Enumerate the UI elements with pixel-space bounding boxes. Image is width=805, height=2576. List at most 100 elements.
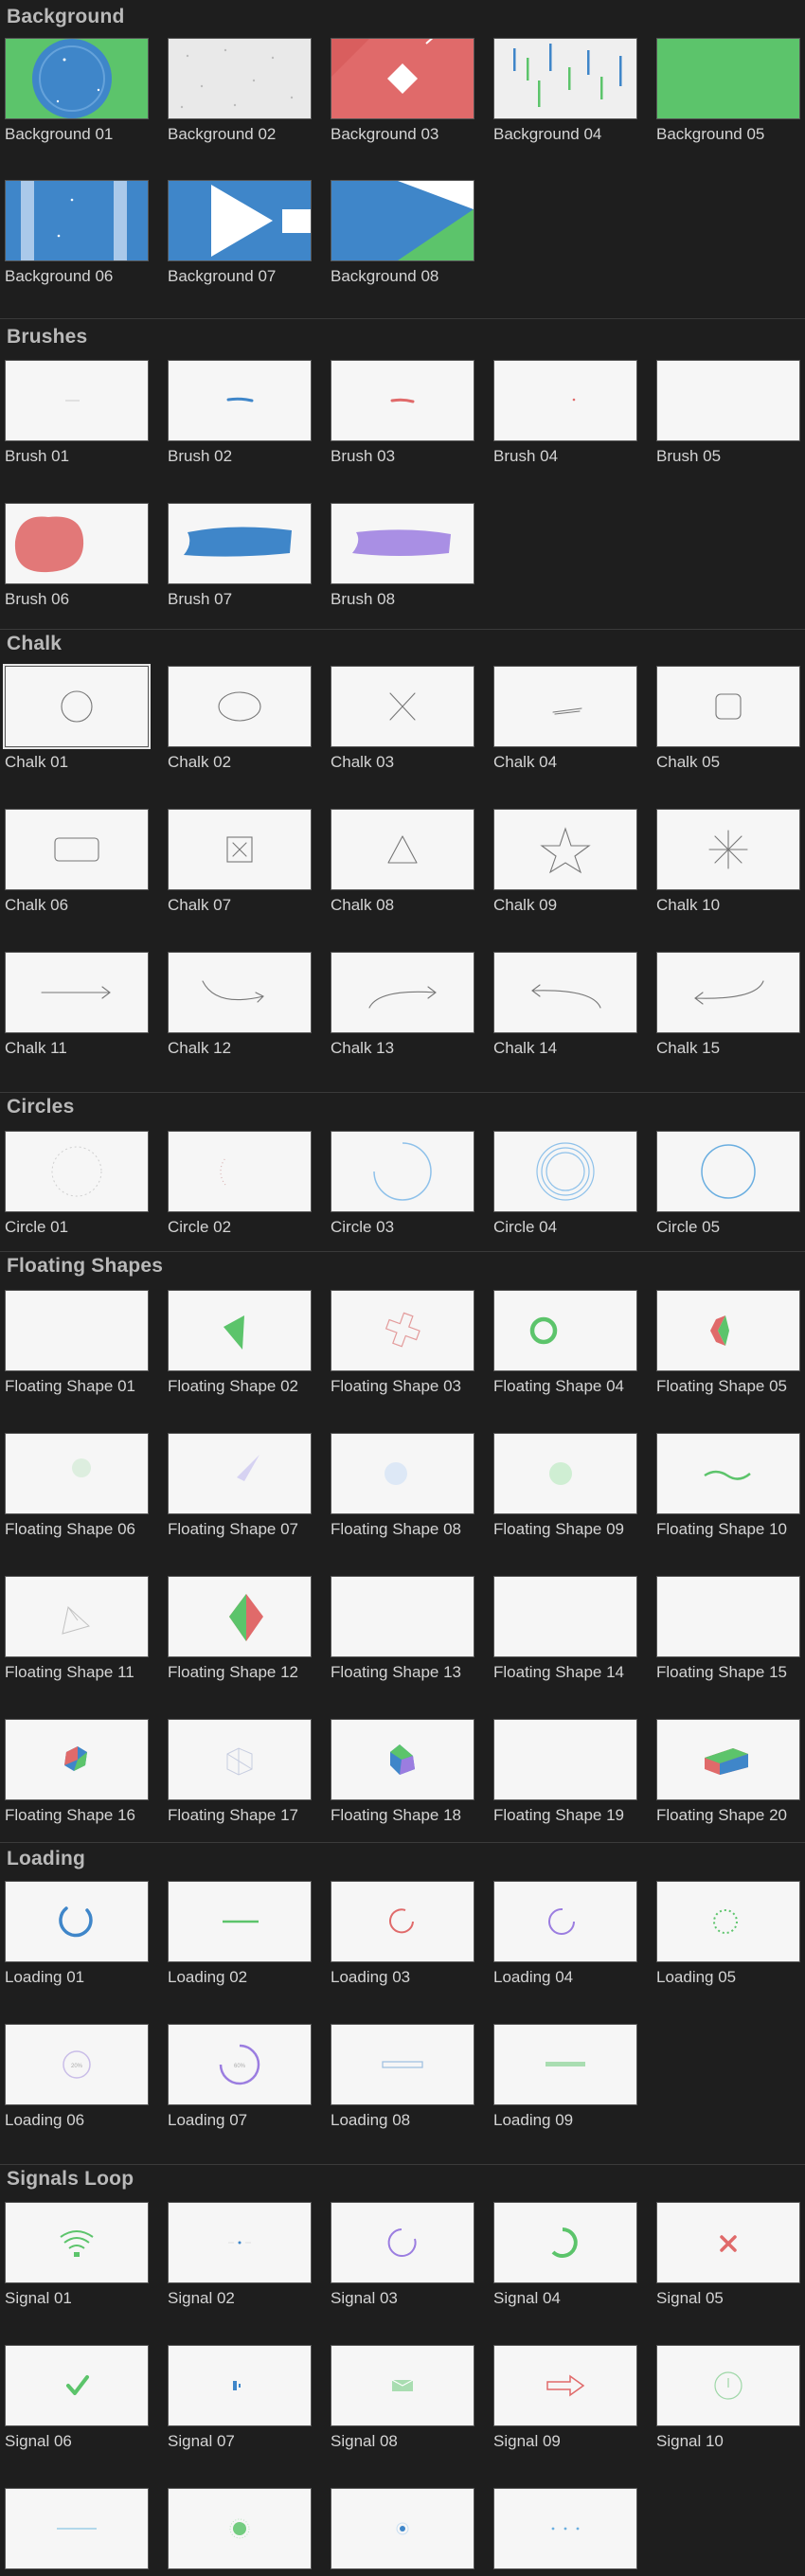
thumbnail-preview[interactable]: [331, 2024, 474, 2105]
thumbnail-label: Brush 04: [493, 447, 559, 465]
thumbnail-preview[interactable]: [5, 180, 149, 261]
thumbnail-preview[interactable]: [493, 809, 637, 890]
thumbnail-preview[interactable]: [656, 1881, 800, 1962]
thumbnail-preview[interactable]: [168, 1576, 312, 1657]
thumbnail-preview[interactable]: [331, 1881, 474, 1962]
thumbnail-preview[interactable]: [493, 1433, 637, 1514]
thumbnail-preview[interactable]: 60%: [168, 2024, 312, 2105]
thumbnail-preview[interactable]: [656, 1290, 800, 1371]
thumbnail-preview[interactable]: [656, 1131, 800, 1212]
thumbnail-preview[interactable]: [493, 2024, 637, 2105]
thumbnail-preview[interactable]: [331, 1576, 474, 1657]
thumbnail-label: Chalk 02: [168, 753, 232, 771]
thumbnail-label: Brush 02: [168, 447, 233, 465]
thumbnail-preview[interactable]: [656, 809, 800, 890]
thumbnail-label: Signal 09: [493, 2432, 561, 2450]
thumbnail-preview[interactable]: [656, 2345, 800, 2426]
thumbnail-label: Loading 04: [493, 1968, 574, 1986]
thumbnail-preview[interactable]: [168, 1290, 312, 1371]
thumbnail-preview[interactable]: [656, 1576, 800, 1657]
thumbnail-preview[interactable]: [168, 666, 312, 747]
thumbnail-preview[interactable]: [331, 1719, 474, 1800]
section-title-brushes: Brushes: [7, 326, 88, 348]
svg-text:20%: 20%: [71, 2064, 83, 2069]
thumbnail-preview[interactable]: [331, 2202, 474, 2283]
thumbnail-preview[interactable]: [168, 2488, 312, 2569]
thumbnail-preview[interactable]: [168, 2345, 312, 2426]
thumbnail-label: Signal 01: [5, 2289, 72, 2307]
thumbnail-preview[interactable]: [5, 2488, 149, 2569]
thumbnail-preview[interactable]: [331, 180, 474, 261]
thumbnail-preview[interactable]: [493, 1881, 637, 1962]
thumbnail-label: Background 03: [331, 125, 439, 143]
thumbnail-label: Floating Shape 04: [493, 1377, 624, 1395]
thumbnail-preview[interactable]: [5, 1576, 149, 1657]
thumbnail-preview[interactable]: [168, 809, 312, 890]
thumbnail-label: Chalk 11: [5, 1039, 67, 1057]
section-divider: [0, 2164, 805, 2165]
thumbnail-preview[interactable]: [168, 1433, 312, 1514]
thumbnail-preview[interactable]: [493, 666, 637, 747]
thumbnail-preview[interactable]: [656, 952, 800, 1033]
thumbnail-preview[interactable]: [331, 666, 474, 747]
thumbnail-preview[interactable]: [5, 1881, 149, 1962]
thumbnail-preview[interactable]: [168, 952, 312, 1033]
thumbnail-preview[interactable]: [493, 2488, 637, 2569]
thumbnail-preview[interactable]: [5, 809, 149, 890]
thumbnail-preview[interactable]: [493, 2345, 637, 2426]
thumbnail-preview[interactable]: [168, 360, 312, 441]
thumbnail-preview[interactable]: [493, 1290, 637, 1371]
thumbnail-preview[interactable]: [168, 1881, 312, 1962]
thumbnail-preview[interactable]: [331, 1131, 474, 1212]
thumbnail-preview[interactable]: [493, 1131, 637, 1212]
thumbnail-preview[interactable]: [5, 1433, 149, 1514]
thumbnail-preview[interactable]: [5, 952, 149, 1033]
thumbnail-preview[interactable]: [493, 1719, 637, 1800]
thumbnail-preview[interactable]: [331, 503, 474, 584]
thumbnail-preview[interactable]: [5, 360, 149, 441]
thumbnail-preview[interactable]: [5, 666, 149, 747]
thumbnail-label: Chalk 10: [656, 896, 721, 914]
thumbnail-preview[interactable]: [656, 360, 800, 441]
thumbnail-preview[interactable]: [168, 180, 312, 261]
thumbnail-preview[interactable]: [168, 503, 312, 584]
thumbnail-preview[interactable]: [656, 38, 800, 119]
thumbnail-preview[interactable]: [5, 2202, 149, 2283]
thumbnail-label: Floating Shape 08: [331, 1520, 461, 1538]
thumbnail-preview[interactable]: [656, 1433, 800, 1514]
thumbnail-label: Floating Shape 07: [168, 1520, 298, 1538]
thumbnail-preview[interactable]: [493, 952, 637, 1033]
thumbnail-preview[interactable]: [493, 38, 637, 119]
thumbnail-preview[interactable]: [331, 2345, 474, 2426]
thumbnail-preview[interactable]: [168, 1719, 312, 1800]
thumbnail-preview[interactable]: [331, 38, 474, 119]
thumbnail-preview[interactable]: [5, 1290, 149, 1371]
thumbnail-preview[interactable]: [656, 666, 800, 747]
thumbnail-preview[interactable]: [493, 360, 637, 441]
thumbnail-preview[interactable]: [331, 952, 474, 1033]
thumbnail-preview[interactable]: [5, 38, 149, 119]
thumbnail-preview[interactable]: [5, 2345, 149, 2426]
thumbnail-preview[interactable]: [656, 2202, 800, 2283]
thumbnail-label: Signal 06: [5, 2432, 72, 2450]
thumbnail-preview[interactable]: [168, 2202, 312, 2283]
thumbnail-preview[interactable]: [493, 2202, 637, 2283]
thumbnail-preview[interactable]: [5, 1131, 149, 1212]
thumbnail-preview[interactable]: [168, 38, 312, 119]
section-title-circles: Circles: [7, 1096, 75, 1118]
thumbnail-label: Brush 06: [5, 590, 70, 608]
thumbnail-preview[interactable]: [331, 1290, 474, 1371]
thumbnail-preview[interactable]: [331, 809, 474, 890]
thumbnail-preview[interactable]: 20%: [5, 2024, 149, 2105]
thumbnail-preview[interactable]: [331, 1433, 474, 1514]
thumbnail-preview[interactable]: [656, 1719, 800, 1800]
thumbnail-label: Floating Shape 11: [5, 1663, 134, 1681]
thumbnail-label: Floating Shape 12: [168, 1663, 298, 1681]
thumbnail-label: Loading 03: [331, 1968, 411, 1986]
thumbnail-preview[interactable]: [168, 1131, 312, 1212]
thumbnail-preview[interactable]: [493, 1576, 637, 1657]
thumbnail-preview[interactable]: [331, 360, 474, 441]
thumbnail-preview[interactable]: [5, 503, 149, 584]
thumbnail-preview[interactable]: [331, 2488, 474, 2569]
thumbnail-preview[interactable]: [5, 1719, 149, 1800]
